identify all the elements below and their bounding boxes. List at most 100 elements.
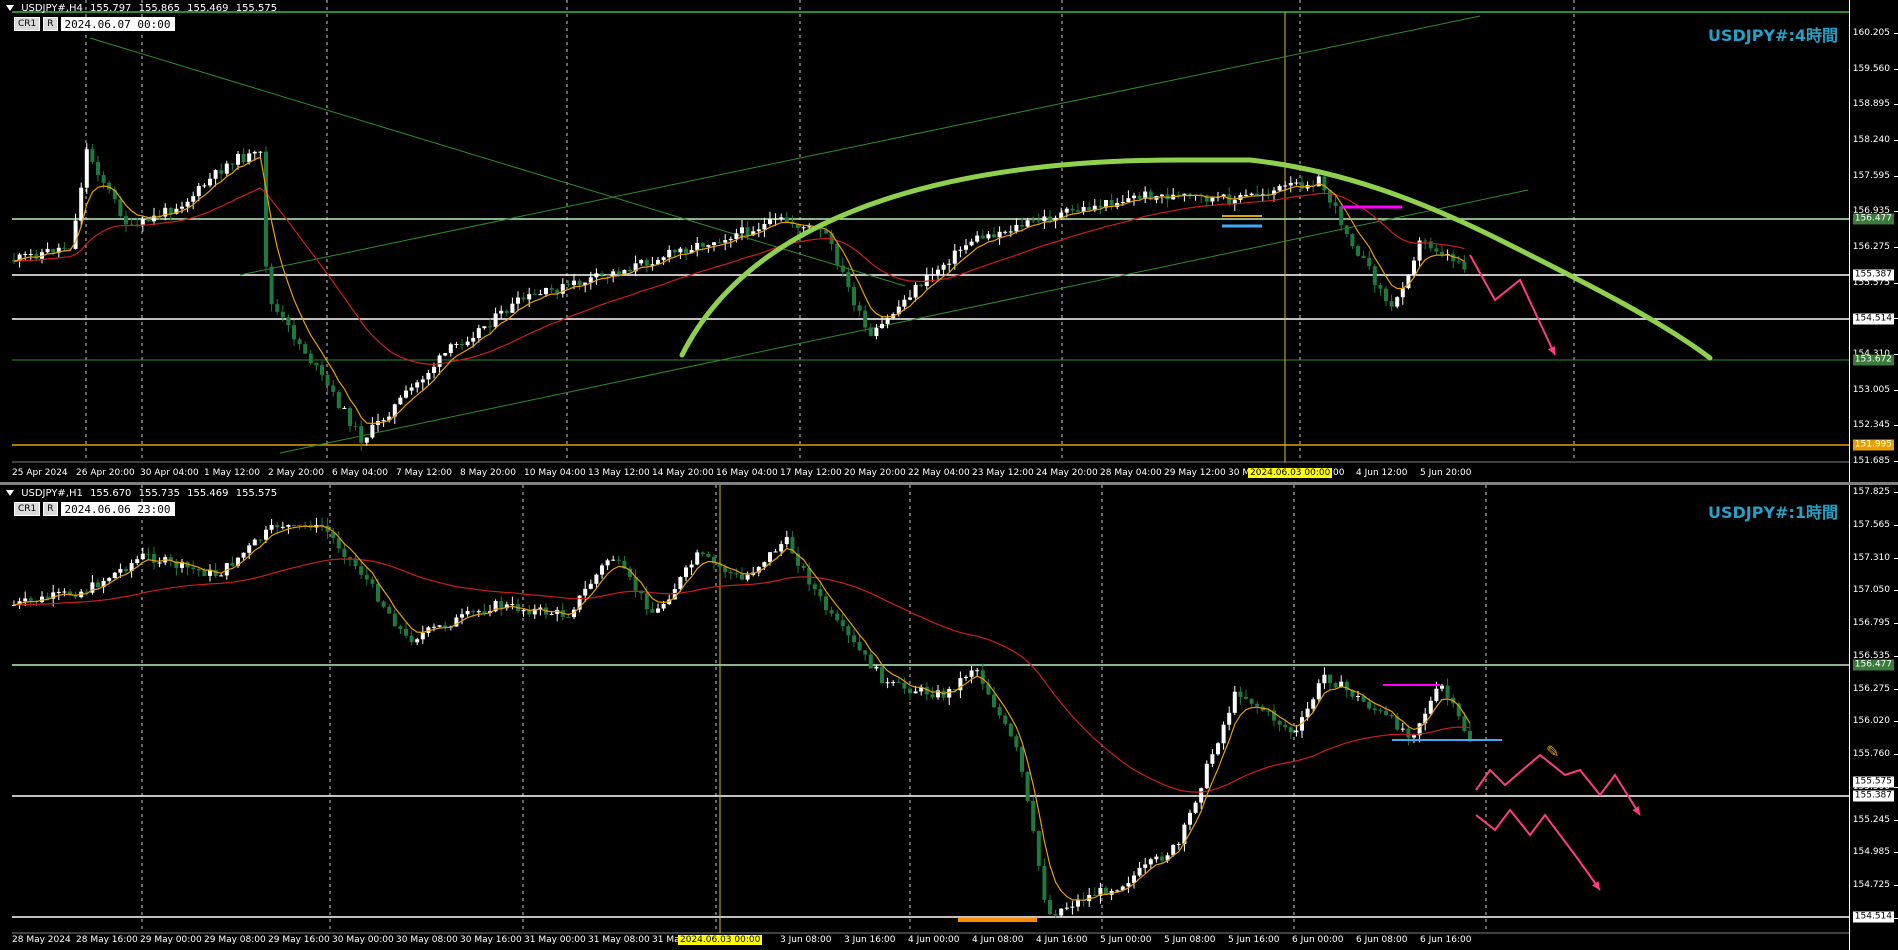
candle-body [180, 206, 184, 209]
candle-body [1316, 683, 1321, 700]
price-tick-label: 157.310 [1852, 552, 1890, 563]
candle-body [684, 248, 688, 254]
candle-body [191, 196, 196, 202]
candle-body [135, 559, 140, 564]
time-tick-label: 4 Jun 16:00 [1036, 935, 1088, 945]
candle-body [846, 271, 851, 288]
candle-body [1367, 257, 1372, 267]
candle-body [1400, 728, 1405, 730]
candle-body [908, 688, 912, 694]
candle-body [348, 557, 352, 559]
candle-body [247, 545, 252, 553]
h4-button-row: CR1 R 2024.06.07 00:00 [14, 17, 175, 31]
time-tick-label: 1 May 12:00 [204, 468, 260, 478]
h1-price-axis[interactable]: 157.825 157.565 157.310 157.050 156.795 156.5… [1849, 485, 1898, 950]
h1-r-button[interactable]: R [43, 502, 58, 516]
chart-panel-h1[interactable]: ✎ USDJPY#,H1 155.670 155.735 155.469 155… [0, 485, 1898, 950]
candle-body [269, 266, 274, 305]
collapse-triangle-icon[interactable] [6, 490, 14, 496]
candle-body [510, 604, 515, 606]
h1-time-axis[interactable]: 28 May 2024 28 May 16:00 29 May 00:00 29 Ma… [12, 935, 1850, 949]
candle-body [320, 365, 324, 375]
price-tick-mark [1894, 247, 1898, 248]
h4-chart-canvas[interactable] [0, 0, 1898, 482]
candle-body [1154, 856, 1159, 860]
candle-body [1328, 674, 1332, 684]
h4-cr1-button[interactable]: CR1 [14, 17, 41, 31]
price-level-tag: 155.575 [1852, 776, 1894, 788]
price-tick-mark [1894, 590, 1898, 592]
candle-body [96, 161, 100, 175]
time-tick-label: 29 May 08:00 [204, 935, 266, 945]
time-tick-label: 30 Apr 04:00 [140, 468, 199, 478]
candle-body [846, 626, 851, 636]
candle-body [118, 199, 123, 217]
candle-body [1143, 864, 1148, 868]
h4-r-button[interactable]: R [43, 17, 58, 31]
time-tick-label: 8 May 20:00 [460, 468, 516, 478]
candle-body [196, 568, 201, 571]
candle-body [107, 578, 112, 581]
candle-body [1036, 830, 1041, 866]
h4-price-axis[interactable]: 160.205 159.560 158.895 158.240 157.595 156.9… [1849, 0, 1898, 482]
candle-body [913, 691, 918, 694]
candle-body [1378, 285, 1383, 289]
candle-body [1255, 193, 1260, 196]
candle-body [773, 551, 778, 553]
h1-chart-canvas[interactable]: ✎ [0, 485, 1898, 950]
price-tick-mark [1894, 68, 1898, 70]
candle-body [370, 424, 375, 438]
price-tick-mark [1894, 140, 1898, 141]
candle-body [40, 596, 44, 602]
candle-body [454, 343, 459, 345]
candle-body [1132, 195, 1136, 199]
candle-body [583, 588, 588, 596]
h1-cr1-button[interactable]: CR1 [14, 502, 41, 516]
candle-body [756, 229, 761, 232]
price-tick-label: 157.050 [1852, 585, 1890, 596]
candle-body [908, 297, 912, 300]
candle-body [241, 154, 246, 163]
candle-body [527, 294, 532, 300]
time-tick-label: 2 May 20:00 [268, 468, 324, 478]
h1-low: 155.469 [187, 488, 229, 499]
candle-body [1160, 856, 1164, 861]
candle-body [482, 611, 487, 613]
candle-body [857, 642, 862, 651]
candle-body [275, 304, 280, 312]
candle-body [1042, 216, 1047, 222]
candle-body [364, 574, 369, 580]
candle-body [1356, 246, 1360, 256]
time-tick-label: 28 May 16:00 [76, 935, 138, 945]
candle-body [1003, 231, 1008, 233]
collapse-triangle-icon[interactable] [6, 5, 14, 11]
candle-body [353, 425, 358, 427]
candle-body [1210, 197, 1215, 202]
time-tick-label: 6 Jun 16:00 [1420, 935, 1472, 945]
candle-body [600, 273, 604, 275]
candle-body [1249, 698, 1254, 704]
h4-symbol: USDJPY#,H4 [21, 3, 83, 14]
chart-panel-h4[interactable]: USDJPY#,H4 155.797 155.865 155.469 155.5… [0, 0, 1898, 482]
candle-body [1031, 800, 1036, 831]
candle-body [773, 218, 778, 220]
candle-body [762, 223, 767, 230]
candle-body [370, 579, 375, 584]
time-tick-label: 5 Jun 00:00 [1100, 935, 1152, 945]
price-tick-mark [1894, 721, 1898, 723]
candle-body [1277, 720, 1282, 725]
candle-body [202, 570, 207, 576]
candle-body [1311, 699, 1316, 709]
time-tick-label: 3 Jun 16:00 [844, 935, 896, 945]
candle-body [1423, 240, 1428, 242]
candle-body [684, 567, 688, 578]
candle-body [1372, 266, 1377, 286]
candle-body [1025, 220, 1030, 227]
h4-time-axis[interactable]: 25 Apr 2024 26 Apr 20:00 30 Apr 04:00 1 May… [12, 468, 1850, 482]
candle-body [1120, 201, 1125, 204]
candle-body [516, 297, 520, 304]
candle-body [1412, 260, 1416, 275]
candle-body [342, 548, 347, 558]
candle-body [202, 185, 207, 187]
candle-body [784, 217, 789, 222]
